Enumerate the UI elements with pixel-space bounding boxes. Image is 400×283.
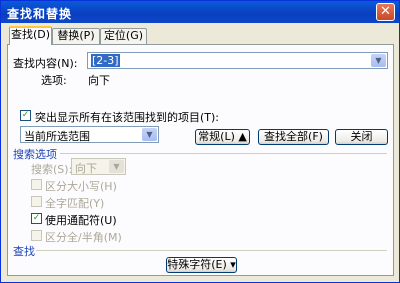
match-case-checkbox[interactable] [31, 179, 42, 190]
divider [60, 153, 387, 154]
whole-word-label: 全字匹配(Y) [45, 197, 105, 210]
window-title: 查找和替换 [7, 7, 73, 21]
more-options-button[interactable]: 常规(L) ▲ [195, 129, 250, 145]
chevron-down-icon[interactable]: ▼ [371, 54, 386, 67]
find-replace-dialog: 查找和替换 ✕ 查找(D) 替换(P) 定位(G) 查找内容(N): [2-3]… [0, 0, 400, 283]
highlight-checkbox[interactable]: ✓ [20, 110, 31, 121]
tab-goto[interactable]: 定位(G) [100, 28, 147, 44]
whole-word-checkbox[interactable] [31, 196, 42, 207]
highlight-label: 突出显示所有在该范围找到的项目(T): [35, 111, 220, 124]
title-bar[interactable]: 查找和替换 ✕ [1, 1, 399, 23]
search-direction-value: 向下 [75, 162, 97, 175]
find-what-label: 查找内容(N): [13, 57, 78, 70]
chevron-down-icon[interactable]: ▼ [142, 128, 157, 141]
scope-select[interactable]: 当前所选范围 ▼ [20, 126, 159, 143]
tab-panel: 查找内容(N): [2-3] ▼ 选项: 向下 ✓ 突出显示所有在该范围找到的项… [7, 44, 394, 276]
scope-value: 当前所选范围 [24, 130, 90, 143]
match-case-label: 区分大小写(H) [45, 180, 117, 193]
tab-replace[interactable]: 替换(P) [52, 28, 100, 44]
close-window-button[interactable]: ✕ [376, 3, 395, 21]
options-label: 选项: [41, 74, 67, 87]
divider [36, 250, 387, 251]
chevron-down-icon[interactable]: ▼ [109, 160, 124, 173]
find-what-input[interactable]: [2-3] ▼ [87, 52, 388, 69]
find-what-value: [2-3] [91, 54, 120, 67]
match-width-label: 区分全/半角(M) [45, 231, 122, 244]
find-section-heading: 查找 [13, 245, 35, 258]
search-direction-select[interactable]: 向下 ▼ [71, 158, 126, 175]
search-options-heading: 搜索选项 [13, 148, 57, 161]
tab-find[interactable]: 查找(D) [9, 26, 52, 45]
wildcards-checkbox[interactable]: ✓ [31, 213, 42, 224]
find-all-button[interactable]: 查找全部(F) [258, 129, 329, 145]
search-direction-label: 搜索(S): [31, 163, 73, 176]
close-button[interactable]: 关闭 [335, 129, 388, 145]
options-value: 向下 [88, 74, 110, 87]
wildcards-label: 使用通配符(U) [45, 214, 117, 227]
special-characters-button[interactable]: 特殊字符(E) ▾ [166, 257, 237, 273]
match-width-checkbox[interactable] [31, 230, 42, 241]
